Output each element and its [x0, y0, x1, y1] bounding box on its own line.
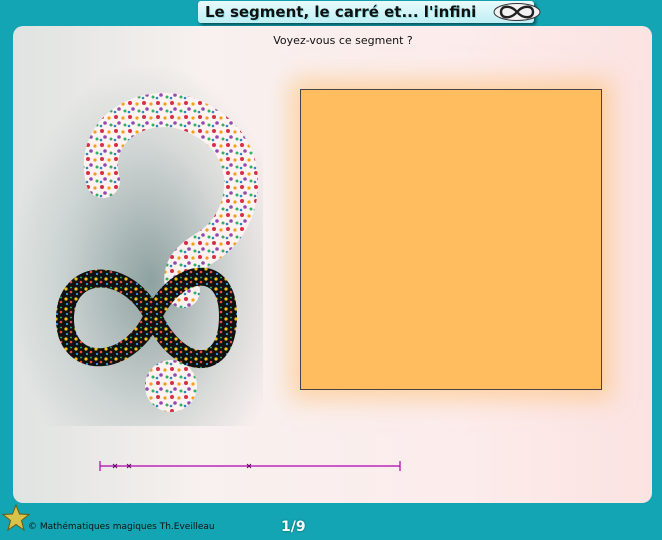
prompt-text: Voyez-vous ce segment ? [273, 34, 413, 47]
page-title: Le segment, le carré et... l'infini [205, 3, 477, 21]
title-bar: Le segment, le carré et... l'infini [0, 0, 662, 24]
segment-line [99, 461, 401, 471]
orange-square [300, 89, 602, 390]
content-panel: Voyez-vous ce segment ? [13, 26, 652, 503]
star-icon[interactable] [2, 504, 30, 532]
copyright-text: © Mathématiques magiques Th.Eveilleau [28, 522, 215, 532]
question-mark-infinity-image [55, 93, 259, 412]
infinity-icon [493, 3, 541, 21]
page-number: 1/9 [281, 519, 306, 535]
